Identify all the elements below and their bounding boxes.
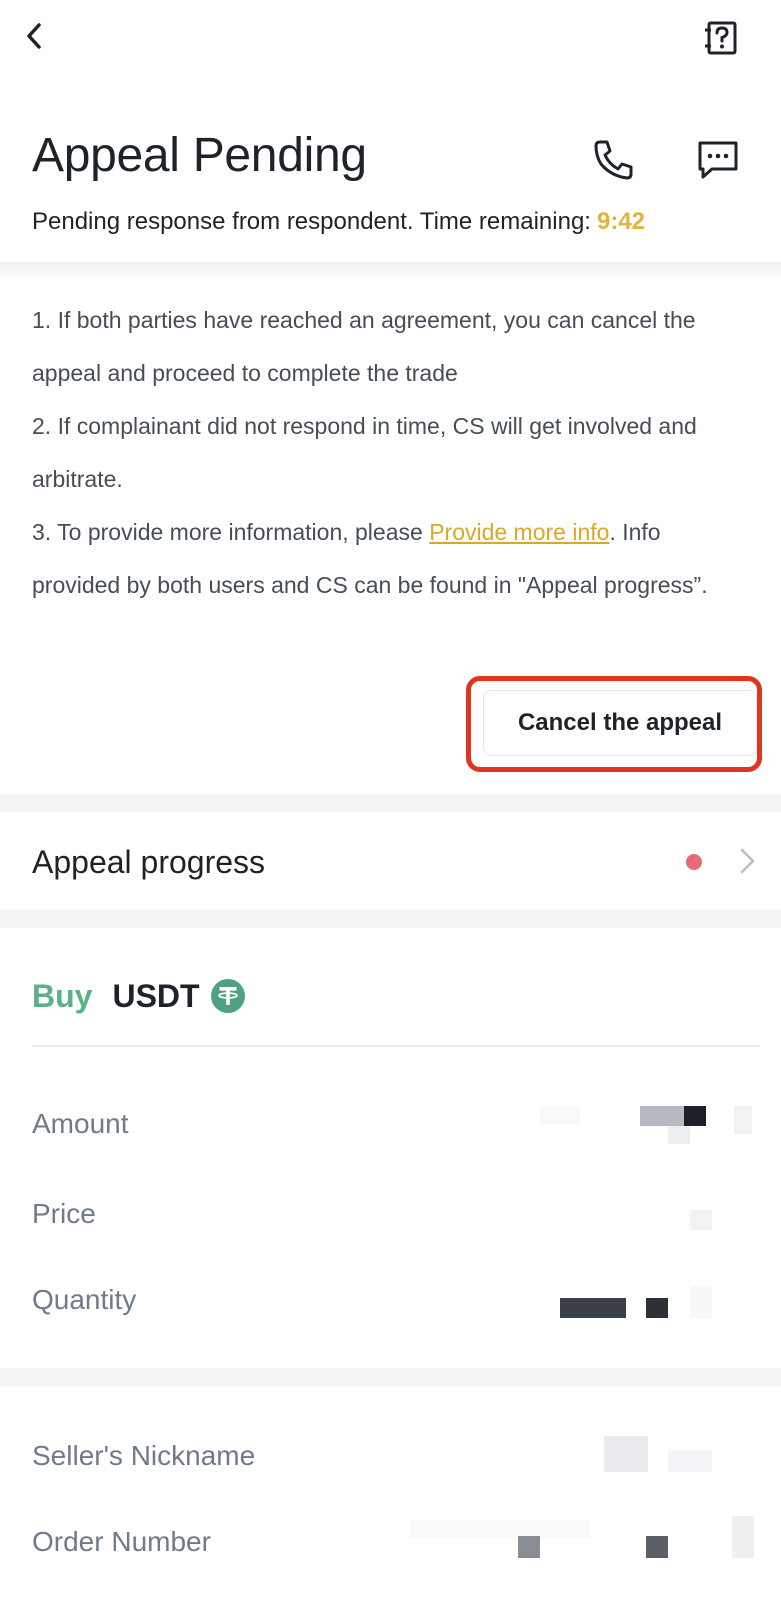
- section-separator: [0, 794, 781, 812]
- chevron-left-icon: [27, 23, 41, 49]
- back-button[interactable]: [18, 18, 50, 54]
- top-bar: [0, 0, 781, 80]
- header-shadow: [0, 262, 781, 280]
- appeal-progress-label: Appeal progress: [32, 844, 266, 880]
- instruction-3-prefix: 3. To provide more information, please: [32, 519, 430, 545]
- order-number-redacted: [410, 1516, 760, 1560]
- chat-button[interactable]: [694, 136, 742, 184]
- asset-label: USDT: [112, 977, 200, 1014]
- seller-nickname-redacted: [600, 1430, 760, 1474]
- question-book-icon: [705, 21, 737, 55]
- instruction-3: 3. To provide more information, please P…: [32, 506, 752, 612]
- appeal-progress-row[interactable]: Appeal progress: [0, 812, 781, 910]
- status-text: Pending response from respondent. Time r…: [32, 208, 591, 235]
- help-center-button[interactable]: [702, 18, 742, 58]
- instruction-2: 2. If complainant did not respond in tim…: [32, 413, 697, 492]
- page-title: Appeal Pending: [32, 129, 367, 182]
- price-label: Price: [32, 1198, 96, 1229]
- chevron-right-icon: [740, 848, 755, 874]
- call-button[interactable]: [590, 136, 638, 184]
- quantity-label: Quantity: [32, 1284, 137, 1315]
- notification-dot: [686, 854, 702, 870]
- amount-label: Amount: [32, 1108, 129, 1139]
- chat-bubble-icon: [698, 141, 738, 179]
- section-separator: [0, 910, 781, 928]
- countdown-timer: 9:42: [596, 208, 646, 235]
- order-header: Buy USDT: [32, 972, 246, 1020]
- appeal-instructions: 1. If both parties have reached an agree…: [32, 294, 752, 612]
- cancel-appeal-button[interactable]: Cancel the appeal: [483, 690, 757, 756]
- amount-value-redacted: [540, 1100, 760, 1144]
- phone-icon: [594, 140, 633, 180]
- tether-icon: [210, 979, 245, 1013]
- quantity-value-redacted: [560, 1286, 760, 1330]
- price-value-redacted: [650, 1196, 760, 1240]
- order-number-label: Order Number: [32, 1526, 211, 1557]
- trade-side-label: Buy: [32, 977, 93, 1014]
- order-divider: [32, 1045, 760, 1047]
- instruction-1: 1. If both parties have reached an agree…: [32, 307, 696, 386]
- seller-nickname-label: Seller's Nickname: [32, 1440, 256, 1471]
- section-separator: [0, 1368, 781, 1386]
- status-subtitle: Pending response from respondent. Time r…: [32, 206, 645, 238]
- provide-more-info-link[interactable]: Provide more info: [429, 519, 609, 545]
